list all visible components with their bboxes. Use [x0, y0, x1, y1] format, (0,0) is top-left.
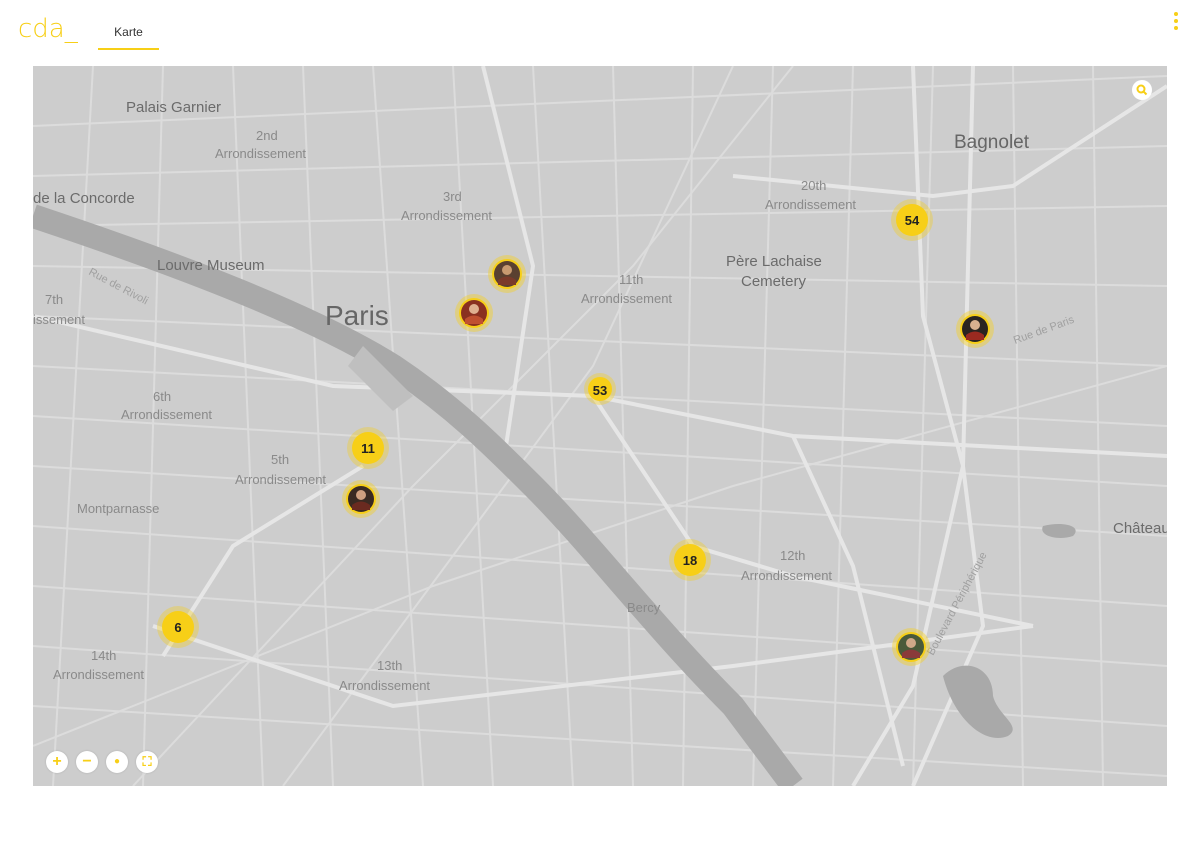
- map-label-place: Louvre Museum: [157, 257, 265, 274]
- map-label-district: 2nd: [256, 128, 278, 143]
- lake-small: [1042, 524, 1076, 538]
- cluster-count: 53: [593, 383, 607, 398]
- cluster-count: 11: [361, 441, 375, 456]
- lake-daumesnil: [943, 665, 1013, 738]
- minor-roads: [33, 66, 1167, 786]
- map-canvas: Palais Garnier 2nd Arrondissement de la …: [33, 66, 1167, 786]
- map-label-district: 3rd: [443, 189, 462, 204]
- map-label-district: 7th: [45, 292, 63, 307]
- app-logo[interactable]: cda_: [18, 14, 78, 44]
- cluster-count: 18: [683, 553, 697, 568]
- map-label-place: de la Concorde: [33, 190, 135, 207]
- portrait-marker[interactable]: [956, 310, 994, 348]
- more-menu-icon[interactable]: [1168, 12, 1184, 34]
- map-label-place: Palais Garnier: [126, 99, 221, 116]
- map-label-district: Arrondissement: [215, 146, 306, 161]
- search-icon: [1136, 84, 1148, 96]
- cluster-marker[interactable]: 11: [347, 427, 389, 469]
- map-view[interactable]: Palais Garnier 2nd Arrondissement de la …: [33, 66, 1167, 786]
- map-label-district: Arrondissement: [121, 407, 212, 422]
- map-label-district: Arrondissement: [339, 678, 430, 693]
- zoom-in-button[interactable]: +: [46, 751, 68, 773]
- portrait-marker[interactable]: [488, 255, 526, 293]
- cluster-marker[interactable]: 53: [584, 373, 616, 405]
- tab-karte[interactable]: Karte: [98, 22, 159, 50]
- cluster-marker[interactable]: 18: [669, 539, 711, 581]
- portrait-marker[interactable]: [892, 628, 930, 666]
- map-label-district: Bercy: [627, 600, 661, 615]
- map-label-street: Rue de Paris: [1012, 314, 1076, 347]
- fullscreen-button[interactable]: ⛶: [136, 751, 158, 773]
- map-label-district: issement: [33, 312, 85, 327]
- map-label-district: Arrondissement: [401, 208, 492, 223]
- portrait-marker[interactable]: [342, 480, 380, 518]
- map-label-district: 5th: [271, 452, 289, 467]
- cluster-count: 6: [174, 620, 181, 635]
- zoom-out-button[interactable]: −: [76, 751, 98, 773]
- map-label-district: 12th: [780, 548, 805, 563]
- map-search-button[interactable]: [1132, 80, 1152, 100]
- map-label-district: Arrondissement: [741, 568, 832, 583]
- map-label-place: Père Lachaise: [726, 253, 822, 270]
- map-label-district: 11th: [619, 272, 643, 287]
- map-label-district: 20th: [801, 178, 826, 193]
- locate-button[interactable]: ●: [106, 751, 128, 773]
- map-label-district: Arrondissement: [53, 667, 144, 682]
- map-label-street: Rue de Rivoli: [87, 266, 150, 307]
- map-label-district: Arrondissement: [581, 291, 672, 306]
- map-label-city: Bagnolet: [954, 132, 1030, 153]
- map-label-district: 13th: [377, 658, 402, 673]
- map-label-place: Cemetery: [741, 273, 807, 290]
- map-label-city: Château: [1113, 520, 1167, 537]
- cluster-marker[interactable]: 54: [891, 199, 933, 241]
- map-label-city: Paris: [325, 300, 389, 331]
- cluster-marker[interactable]: 6: [157, 606, 199, 648]
- map-label-district: 14th: [91, 648, 116, 663]
- map-label-district: Arrondissement: [235, 472, 326, 487]
- map-label-district: Montparnasse: [77, 501, 159, 516]
- portrait-marker[interactable]: [455, 294, 493, 332]
- map-label-district: Arrondissement: [765, 197, 856, 212]
- map-label-district: 6th: [153, 389, 171, 404]
- cluster-count: 54: [905, 213, 920, 228]
